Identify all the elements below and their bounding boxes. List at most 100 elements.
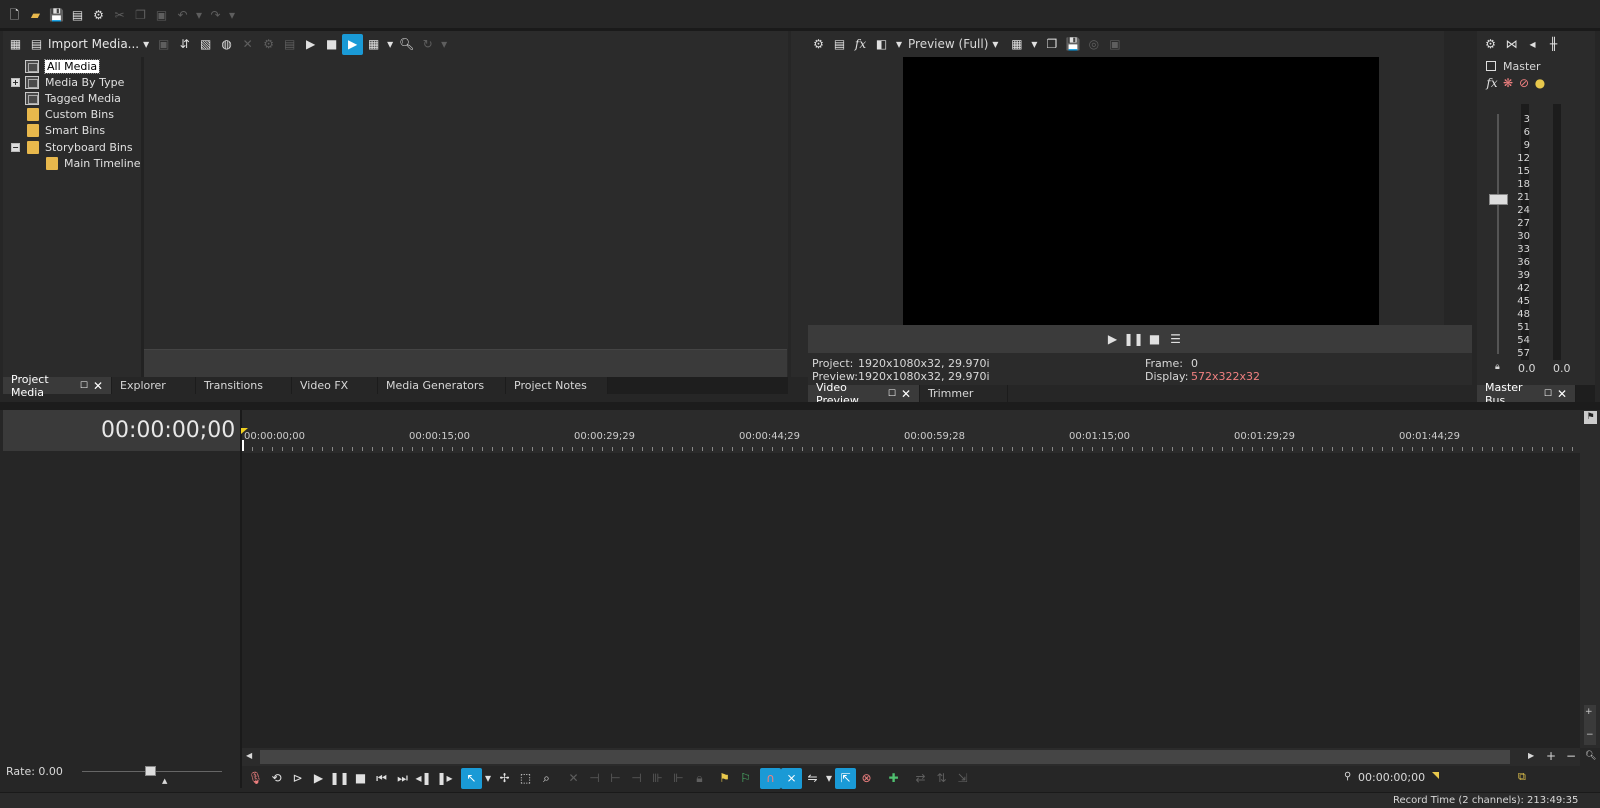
save-as-icon[interactable]: ▤ [67, 5, 88, 26]
overlays-dropdown-icon[interactable]: ▾ [1027, 34, 1041, 55]
video-fx-icon[interactable]: fx [850, 34, 871, 55]
insert-region-icon[interactable]: ⚐ [735, 768, 756, 789]
delete-icon[interactable]: ✕ [563, 768, 584, 789]
sync-icon[interactable]: ⇅ [931, 768, 952, 789]
zoom-out-icon[interactable]: − [1566, 749, 1576, 763]
bus-fx-icon[interactable]: fx [1484, 73, 1500, 94]
tab-master-bus[interactable]: Master Bus ☐ ✕ [1477, 381, 1576, 407]
auto-preview-icon[interactable]: ▶ [342, 33, 364, 55]
master-select-icon[interactable] [1486, 61, 1496, 71]
swap-icon[interactable]: ⇄ [910, 768, 931, 789]
redo-icon[interactable]: ↷ [205, 5, 226, 26]
trim-start-icon[interactable]: ⊢ [605, 768, 626, 789]
properties-icon[interactable]: ⚙ [258, 34, 279, 55]
tree-item-storyboard-bins[interactable]: Storyboard Bins [27, 139, 133, 155]
split-screen-icon[interactable]: ◧ [871, 34, 892, 55]
search-media-icon[interactable]: 🔍︎ [396, 34, 417, 55]
external-monitor-icon[interactable]: ◎ [1083, 34, 1104, 55]
import-media-icon[interactable]: ▤ [26, 34, 47, 55]
undo-dropdown-icon[interactable]: ▾ [193, 5, 205, 26]
tree-item-custom-bins[interactable]: Custom Bins [27, 106, 114, 122]
undo-icon[interactable]: ↶ [172, 5, 193, 26]
undock-icon[interactable]: ☐ [888, 389, 896, 399]
edit-tool-dropdown-icon[interactable]: ▾ [482, 768, 494, 789]
copy-icon[interactable]: ❐ [130, 5, 151, 26]
record-mic-icon[interactable]: 🎙︎ [245, 768, 266, 789]
ripple-edit-icon[interactable]: ⇋ [802, 768, 823, 789]
preview-settings-icon[interactable]: ⚙ [808, 34, 829, 55]
preview-quality-dropdown[interactable]: Preview (Full) [908, 37, 988, 51]
views-dropdown-icon[interactable]: ▾ [384, 34, 396, 55]
media-fx-icon[interactable]: ▤ [279, 34, 300, 55]
next-frame-icon[interactable]: ❚▸ [434, 768, 455, 789]
remove-icon[interactable]: ✕ [237, 34, 258, 55]
toggle-display-icon[interactable]: ▣ [1104, 34, 1125, 55]
tree-item-media-by-type[interactable]: Media By Type [25, 74, 124, 90]
event-fx-icon[interactable]: ✚ [883, 768, 904, 789]
preview-play-icon[interactable]: ▶ [1102, 329, 1123, 350]
preview-pause-icon[interactable]: ❚❚ [1123, 329, 1144, 350]
prev-frame-icon[interactable]: ◂❚ [413, 768, 434, 789]
mixer-faders-icon[interactable]: ╫ [1543, 34, 1564, 55]
close-icon[interactable]: ✕ [93, 379, 103, 393]
bus-solo-icon[interactable]: ● [1532, 73, 1548, 94]
copy-snapshot-icon[interactable]: ❐ [1041, 34, 1062, 55]
overlays-grid-icon[interactable]: ▦ [1006, 34, 1027, 55]
track-area[interactable] [242, 453, 1580, 748]
scroll-left-icon[interactable]: ◀ [246, 751, 252, 760]
lock-icon[interactable]: 🔒︎ [689, 768, 710, 789]
selection-tool-icon[interactable]: ⬚ [515, 768, 536, 789]
vzoom-in-icon[interactable]: + [1585, 707, 1593, 717]
paste-icon[interactable]: ▣ [151, 5, 172, 26]
close-icon[interactable]: ✕ [1557, 387, 1567, 401]
downmix-icon[interactable]: ⋈ [1501, 34, 1522, 55]
snapping-icon[interactable]: ∩ [760, 767, 781, 789]
collapse-storyboard-icon[interactable]: − [11, 143, 20, 152]
rate-slider-handle[interactable] [145, 766, 156, 776]
disc-icon[interactable]: ◍ [216, 34, 237, 55]
cursor-time[interactable]: 00:00:00;00 [1358, 771, 1425, 784]
tree-item-all-media[interactable]: All Media [25, 58, 101, 74]
scroll-right-icon[interactable]: ▶ [1528, 751, 1534, 760]
tab-trimmer[interactable]: Trimmer [920, 385, 1008, 402]
open-folder-icon[interactable]: ▰ [25, 5, 46, 26]
split-icon[interactable]: ⊪ [647, 768, 668, 789]
import-media-button[interactable]: Import Media... [48, 37, 139, 51]
mute-speaker-icon[interactable]: ◂ [1522, 34, 1543, 55]
group-icon[interactable]: ⇲ [952, 768, 973, 789]
tab-media-generators[interactable]: Media Generators [378, 377, 506, 394]
get-media-icon[interactable]: ⇵ [174, 34, 195, 55]
close-icon[interactable]: ✕ [901, 387, 911, 401]
quality-dropdown-icon[interactable]: ▾ [988, 34, 1002, 55]
cut-icon[interactable]: ✂ [109, 5, 130, 26]
trim-icon[interactable]: ⊣ [584, 768, 605, 789]
save-snapshot-icon[interactable]: 💾 [1062, 34, 1083, 55]
ignore-grouping-icon[interactable]: ⊗ [856, 768, 877, 789]
trim-end-icon[interactable]: ⊣ [626, 768, 647, 789]
undock-icon[interactable]: ☐ [80, 381, 88, 391]
zoom-in-icon[interactable]: + [1546, 749, 1556, 763]
more-dropdown-icon[interactable]: ▾ [438, 34, 450, 55]
preview-menu-icon[interactable]: ☰ [1165, 329, 1186, 350]
tree-item-tagged-media[interactable]: Tagged Media [25, 90, 121, 106]
split-dropdown-icon[interactable]: ▾ [892, 34, 906, 55]
ripple-icon[interactable]: ⊩ [668, 768, 689, 789]
import-dropdown-icon[interactable]: ▾ [139, 34, 153, 55]
tab-video-fx[interactable]: Video FX [292, 377, 378, 394]
media-view-icon[interactable]: ▦ [5, 34, 26, 55]
insert-marker-icon[interactable]: ⚑ [714, 768, 735, 789]
play-icon[interactable]: ▶ [308, 768, 329, 789]
loop-playback-icon[interactable]: ⟲ [266, 768, 287, 789]
fader-lock-icon[interactable]: 🔒︎ [1495, 362, 1500, 372]
go-to-start-icon[interactable]: ⏮︎ [371, 768, 392, 789]
timeline-vscroll[interactable] [1580, 410, 1600, 748]
play-from-start-icon[interactable]: ⊳ [287, 768, 308, 789]
settings-gear-icon[interactable]: ⚙ [88, 5, 109, 26]
play-preview-icon[interactable]: ▶ [300, 34, 321, 55]
envelope-tool-icon[interactable]: ✢ [494, 768, 515, 789]
views-icon[interactable]: ▦ [363, 34, 384, 55]
timecode-display[interactable]: 00:00:00;00 [101, 418, 235, 443]
loop-region-icon[interactable]: ⧉ [1518, 770, 1526, 784]
tab-project-media[interactable]: Project Media ☐ ✕ [3, 373, 112, 399]
normal-edit-tool-icon[interactable]: ↖ [461, 767, 482, 789]
